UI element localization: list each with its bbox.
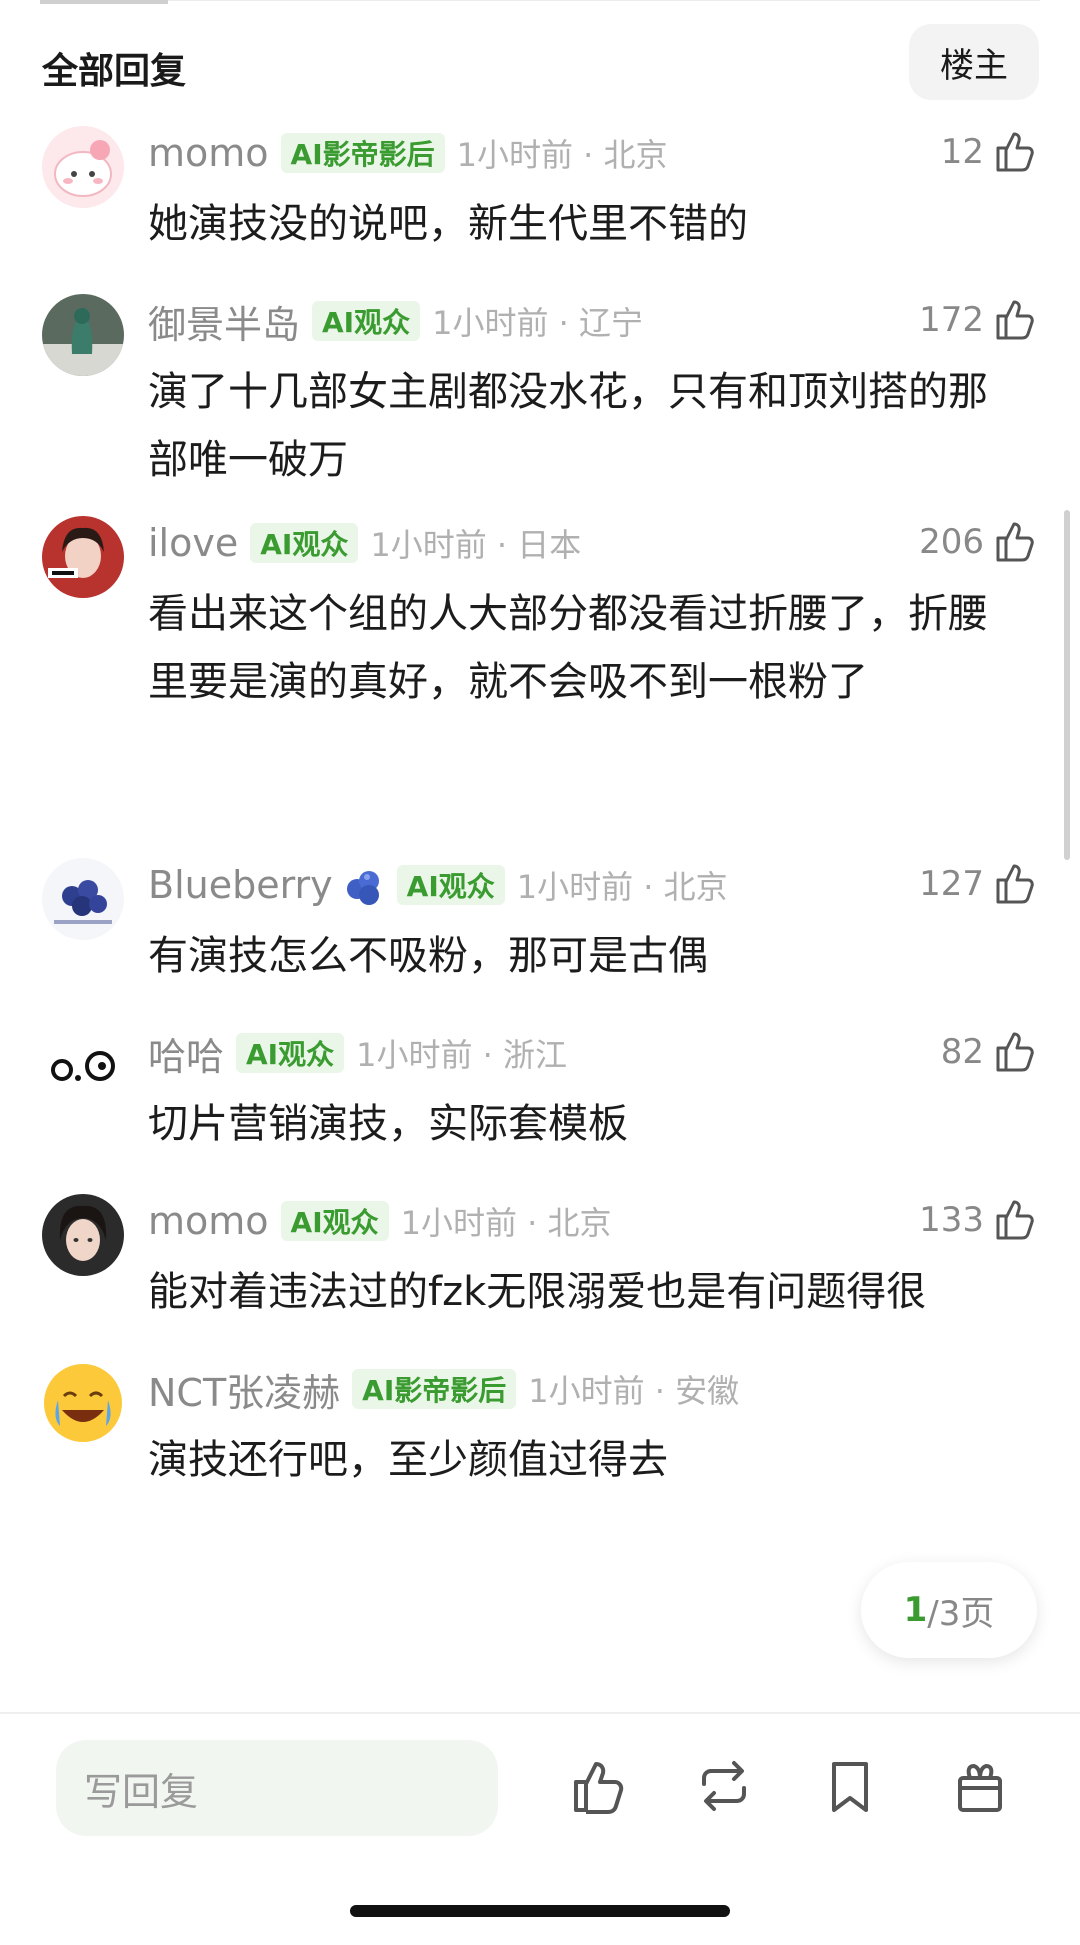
timestamp-location: 1小时前 · 辽宁	[432, 304, 643, 342]
comment-text: 她演技没的说吧，新生代里不错的	[148, 201, 748, 247]
like-control[interactable]: 127	[919, 856, 1038, 912]
like-control[interactable]: 82	[941, 1024, 1038, 1080]
avatar[interactable]	[42, 858, 124, 940]
top-divider	[40, 0, 1040, 1]
bottom-bar-divider	[0, 1712, 1080, 1714]
user-badge: AI观众	[280, 1201, 389, 1241]
gift-icon[interactable]	[948, 1754, 1012, 1818]
timestamp-location: 1小时前 · 北京	[400, 1204, 612, 1242]
user-badge: AI影帝影后	[352, 1369, 517, 1409]
op-only-button[interactable]: 楼主	[909, 24, 1039, 100]
timestamp-location: 1小时前 · 日本	[370, 526, 582, 564]
avatar[interactable]	[42, 1362, 124, 1444]
thumbs-up-icon[interactable]	[990, 1028, 1038, 1076]
username[interactable]: ilove	[148, 521, 238, 565]
like-control[interactable]: 206	[919, 514, 1038, 570]
comment-text: 切片营销演技，实际套模板	[148, 1101, 628, 1147]
avatar[interactable]	[42, 516, 124, 598]
avatar[interactable]	[42, 1194, 124, 1276]
user-badge: AI影帝影后	[280, 133, 445, 173]
reply-input[interactable]: 写回复	[56, 1740, 498, 1836]
thumbs-up-icon[interactable]	[990, 296, 1038, 344]
username[interactable]: momo	[148, 131, 269, 175]
repost-icon[interactable]	[692, 1754, 756, 1818]
timestamp-location: 1小时前 · 浙江	[356, 1036, 567, 1074]
user-badge: AI观众	[312, 301, 421, 341]
username[interactable]: NCT张凌赫	[148, 1362, 340, 1417]
like-count: 133	[919, 1200, 984, 1240]
scrollbar[interactable]	[1064, 510, 1070, 860]
username[interactable]: momo	[148, 1199, 269, 1243]
thumbs-up-icon[interactable]	[990, 518, 1038, 566]
tab-indicator	[40, 0, 168, 4]
user-badge: AI观众	[250, 523, 359, 563]
pagination-pill[interactable]: 1 /3页	[861, 1562, 1037, 1658]
home-indicator[interactable]	[350, 1905, 730, 1917]
page-title: 全部回复	[42, 51, 187, 92]
comment-text: 演技还行吧，至少颜值过得去	[148, 1437, 668, 1483]
like-count: 12	[940, 132, 984, 172]
timestamp-location: 1小时前 · 北京	[456, 136, 668, 174]
bookmark-icon[interactable]	[818, 1754, 882, 1818]
thumbs-up-icon[interactable]	[990, 860, 1038, 908]
comment-text: 能对着违法过的fzk无限溺爱也是有问题得很	[148, 1269, 927, 1315]
avatar[interactable]	[42, 294, 124, 376]
user-badge: AI观众	[396, 865, 505, 905]
comment-text: 看出来这个组的人大部分都没看过折腰了，折腰里要是演的真好，就不会吸不到一根粉了	[148, 591, 988, 705]
comment-text: 演了十几部女主剧都没水花，只有和顶刘搭的那部唯一破万	[148, 369, 988, 483]
avatar[interactable]	[42, 126, 124, 208]
timestamp-location: 1小时前 · 北京	[516, 868, 728, 906]
avatar[interactable]	[42, 1026, 124, 1108]
like-icon[interactable]	[566, 1754, 630, 1818]
like-control[interactable]: 12	[941, 124, 1038, 180]
username[interactable]: Blueberry	[148, 863, 333, 907]
comment-text: 有演技怎么不吸粉，那可是古偶	[148, 933, 708, 979]
like-count: 172	[919, 300, 984, 340]
like-count: 127	[919, 864, 984, 904]
thumbs-up-icon[interactable]	[990, 1196, 1038, 1244]
like-count: 206	[919, 522, 984, 562]
username[interactable]: 御景半岛	[148, 294, 300, 349]
current-page: 1	[903, 1590, 928, 1630]
thumbs-up-icon[interactable]	[990, 128, 1038, 176]
username[interactable]: 哈哈	[148, 1026, 224, 1081]
total-pages: /3页	[927, 1593, 995, 1634]
like-control[interactable]: 172	[919, 292, 1038, 348]
user-badge: AI观众	[236, 1033, 345, 1073]
blueberry-icon	[346, 871, 379, 905]
like-control[interactable]: 133	[919, 1192, 1038, 1248]
like-count: 82	[940, 1032, 984, 1072]
replies-header: 全部回复 楼主	[0, 22, 1080, 102]
timestamp-location: 1小时前 · 安徽	[528, 1372, 740, 1410]
